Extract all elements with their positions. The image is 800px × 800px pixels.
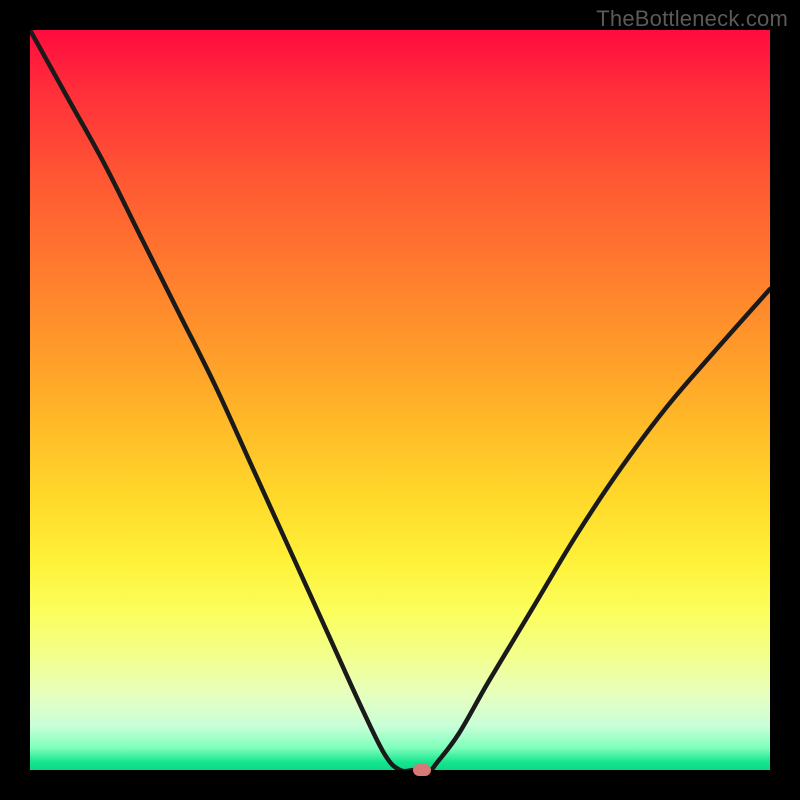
watermark-text: TheBottleneck.com xyxy=(596,6,788,32)
curve-path xyxy=(30,30,770,770)
plot-area xyxy=(30,30,770,770)
bottleneck-curve xyxy=(30,30,770,770)
optimum-marker xyxy=(413,764,431,776)
chart-frame: TheBottleneck.com xyxy=(0,0,800,800)
